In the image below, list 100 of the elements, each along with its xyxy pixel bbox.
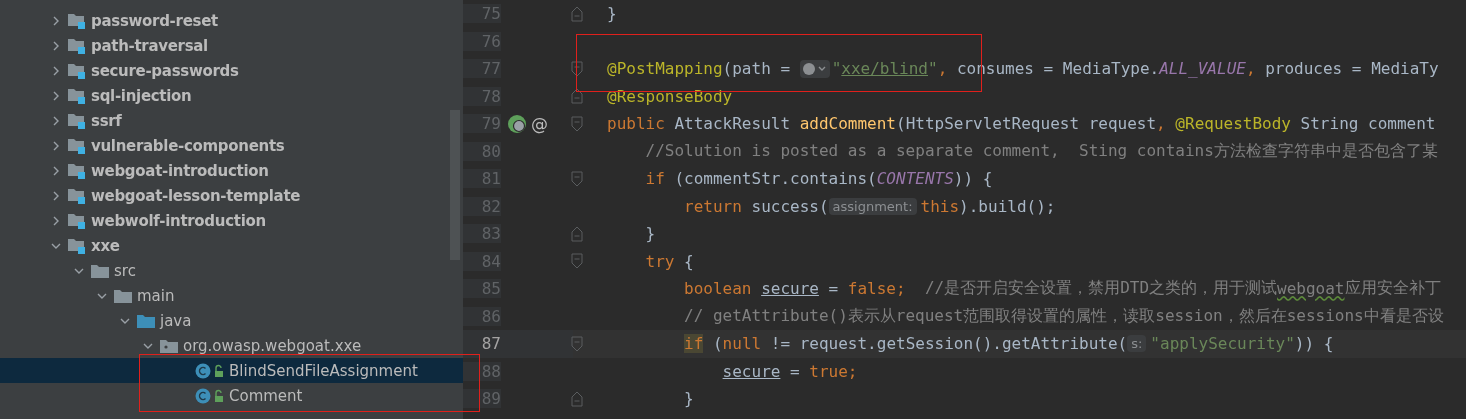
module-folder-icon [68, 187, 86, 204]
module-folder-icon [68, 212, 86, 229]
tree-item-label: path-traversal [91, 36, 208, 55]
code-comment: //是否开启安全设置，禁用DTD之类的，用于测试 [924, 278, 1278, 300]
code-comment: webgoat [1277, 279, 1345, 299]
fold-marker-icon[interactable] [571, 115, 583, 132]
code-text: { [684, 251, 694, 271]
fold-marker-icon[interactable] [571, 253, 583, 270]
code-comment: // getAttribute()表示从request范围取得设置的属性，读取session，然后在sessions中看是否设 [684, 305, 1444, 327]
tree-row[interactable]: Comment [0, 383, 463, 408]
tree-row[interactable]: webwolf-introduction [0, 208, 463, 233]
keyword-text: this [920, 196, 960, 216]
tree-row[interactable]: org.owasp.webgoat.xxe [0, 333, 463, 358]
fold-marker-icon[interactable] [571, 5, 583, 22]
parameter-hint: s: [1127, 335, 1147, 353]
code-text: = [790, 361, 801, 381]
module-folder-icon [68, 12, 86, 29]
code-text: } [684, 389, 694, 409]
fold-marker-icon[interactable] [571, 390, 583, 407]
tree-item-label: webwolf-introduction [91, 211, 266, 230]
code-text: } [607, 4, 617, 24]
tree-row[interactable]: secure-passwords [0, 58, 463, 83]
tree-item-label: webgoat-introduction [91, 161, 269, 180]
string-literal: " [831, 59, 842, 79]
tree-item-label: BlindSendFileAssignment [229, 361, 418, 380]
tree-item-label: vulnerable-components [91, 136, 285, 155]
code-text: )) { [1294, 334, 1334, 354]
code-text: } [645, 224, 656, 244]
tree-item-label: org.owasp.webgoat.xxe [183, 336, 362, 355]
code-text: AttackResult [674, 114, 792, 134]
keyword-text: , [1245, 59, 1257, 79]
parameter-hint: assignment: [828, 197, 917, 215]
tree-row[interactable]: BlindSendFileAssignment [0, 358, 463, 383]
tree-item-label: webgoat-lesson-template [91, 186, 301, 205]
folder-icon [137, 312, 155, 329]
module-folder-icon [68, 112, 86, 129]
tree-row[interactable]: sql-injection [0, 83, 463, 108]
tree-item-label: main [137, 286, 175, 305]
code-text: (commentStr.contains( [674, 169, 877, 189]
web-endpoint-icon[interactable] [507, 113, 527, 134]
tree-row[interactable]: webgoat-lesson-template [0, 183, 463, 208]
code-text: produces = MediaTy [1265, 59, 1439, 79]
keyword-text: false; [847, 279, 906, 299]
tree-item-label: Comment [229, 386, 303, 405]
constant-text: CONTENTS [876, 169, 954, 189]
code-text: ( [712, 334, 723, 354]
tree-row[interactable]: path-traversal [0, 33, 463, 58]
fold-marker-icon[interactable] [571, 170, 583, 187]
tree-row[interactable]: password-reset [0, 8, 463, 33]
code-text: success( [751, 196, 829, 216]
url-link[interactable]: xxe/blind [841, 59, 928, 79]
code-comment: 应用安全补丁 [1344, 278, 1441, 300]
keyword-text: boolean [684, 279, 753, 299]
tree-item-label: xxe [91, 236, 120, 255]
keyword-text: if [645, 169, 666, 189]
keyword-text: if [684, 334, 704, 354]
string-literal: "applySecurity" [1150, 334, 1295, 354]
tree-row[interactable]: webgoat-introduction [0, 158, 463, 183]
method-name: addComment [799, 114, 896, 134]
keyword-text: , [1156, 114, 1167, 134]
string-literal: " [928, 59, 938, 79]
module-folder-icon [68, 37, 86, 54]
package-icon [160, 337, 178, 354]
annotation-text: @RequestBody [1175, 114, 1292, 134]
tree-row[interactable]: main [0, 283, 463, 308]
tree-item-label: password-reset [91, 11, 218, 30]
module-folder-icon [68, 87, 86, 104]
tree-item-label: ssrf [91, 111, 122, 130]
folder-icon [114, 287, 132, 304]
module-folder-icon [68, 137, 86, 154]
annotation-text: @PostMapping [607, 59, 723, 79]
keyword-text: public [607, 114, 666, 134]
variable-name: secure [761, 279, 819, 299]
module-folder-icon [68, 62, 86, 79]
globe-icon[interactable] [799, 59, 830, 78]
fold-marker-icon[interactable] [571, 60, 583, 77]
tree-row[interactable]: vulnerable-components [0, 133, 463, 158]
tree-item-label: sql-injection [91, 86, 192, 105]
code-text: (HttpServletRequest request [896, 114, 1157, 134]
code-text: = [828, 279, 840, 299]
fold-marker-icon[interactable] [571, 225, 583, 242]
gutter-mark[interactable]: @ [531, 113, 548, 134]
fold-marker-icon[interactable] [571, 335, 583, 352]
keyword-text: try [645, 251, 676, 271]
tree-row[interactable]: src [0, 258, 463, 283]
code-text: String comment [1300, 114, 1436, 134]
code-text: != request.getSession().getAttribute( [770, 334, 1128, 354]
module-folder-icon [68, 237, 86, 254]
tree-row[interactable]: xxe [0, 233, 463, 258]
code-text: (path = [722, 59, 792, 79]
tree-row[interactable]: ssrf [0, 108, 463, 133]
tree-row[interactable]: java [0, 308, 463, 333]
keyword-text: , [937, 59, 949, 79]
tree-item-label: src [114, 261, 136, 280]
fold-marker-icon[interactable] [571, 88, 583, 105]
annotation-text: @ResponseBody [607, 86, 733, 106]
keyword-text: null [722, 334, 763, 354]
tree-item-label: java [160, 311, 192, 330]
code-text: )) { [953, 169, 993, 189]
code-comment: //Solution is posted as a separate comment, Sting contains方法检查字符串中是否包含了某 [645, 140, 1438, 162]
